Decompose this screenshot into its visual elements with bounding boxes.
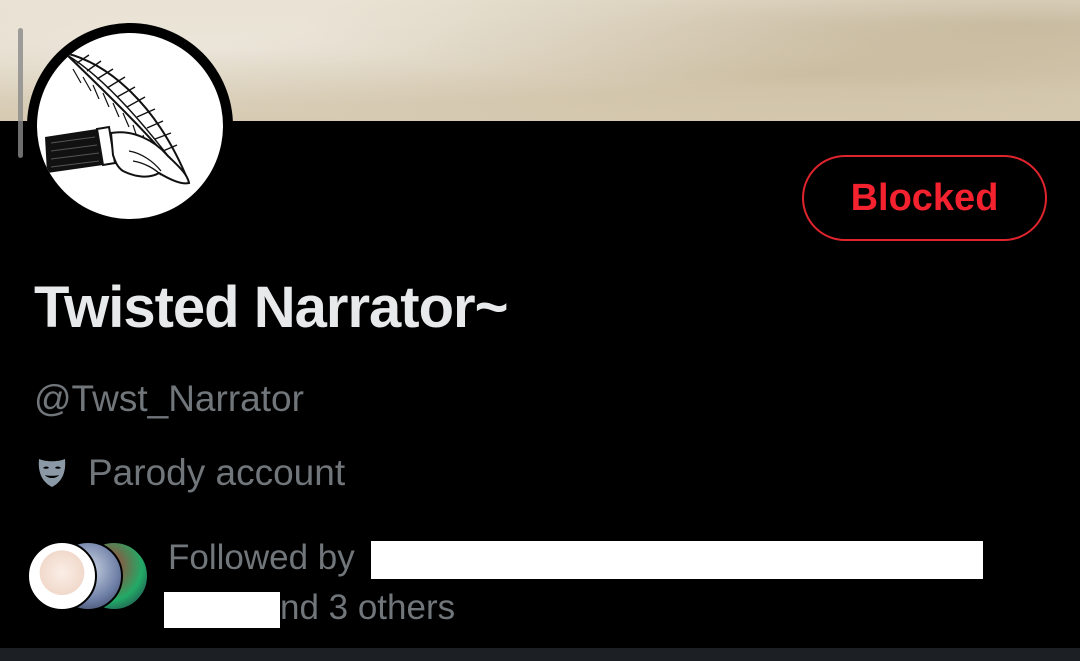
profile-page: Blocked Twisted Narrator~ @Twst_Narrator… <box>0 0 1080 661</box>
followers-avatars[interactable] <box>27 541 157 611</box>
profile-handle: @Twst_Narrator <box>34 378 304 419</box>
scroll-indicator <box>18 28 23 158</box>
followed-by-text[interactable]: Followed by nd 3 others <box>164 533 1048 633</box>
profile-avatar[interactable] <box>27 23 233 229</box>
blocked-button[interactable]: Blocked <box>802 155 1047 241</box>
parody-label-text: Parody account <box>88 452 346 493</box>
followed-by-prefix: Followed by <box>168 538 355 577</box>
redacted-name <box>370 540 983 579</box>
followed-by-suffix: nd 3 others <box>280 588 456 627</box>
divider <box>0 648 1080 661</box>
follower-avatar <box>27 541 97 611</box>
quill-hand-icon <box>45 51 191 185</box>
redacted-name <box>164 591 280 628</box>
theater-mask-icon <box>38 459 66 487</box>
display-name: Twisted Narrator~ <box>34 275 508 340</box>
parody-label: Parody account <box>34 450 345 496</box>
